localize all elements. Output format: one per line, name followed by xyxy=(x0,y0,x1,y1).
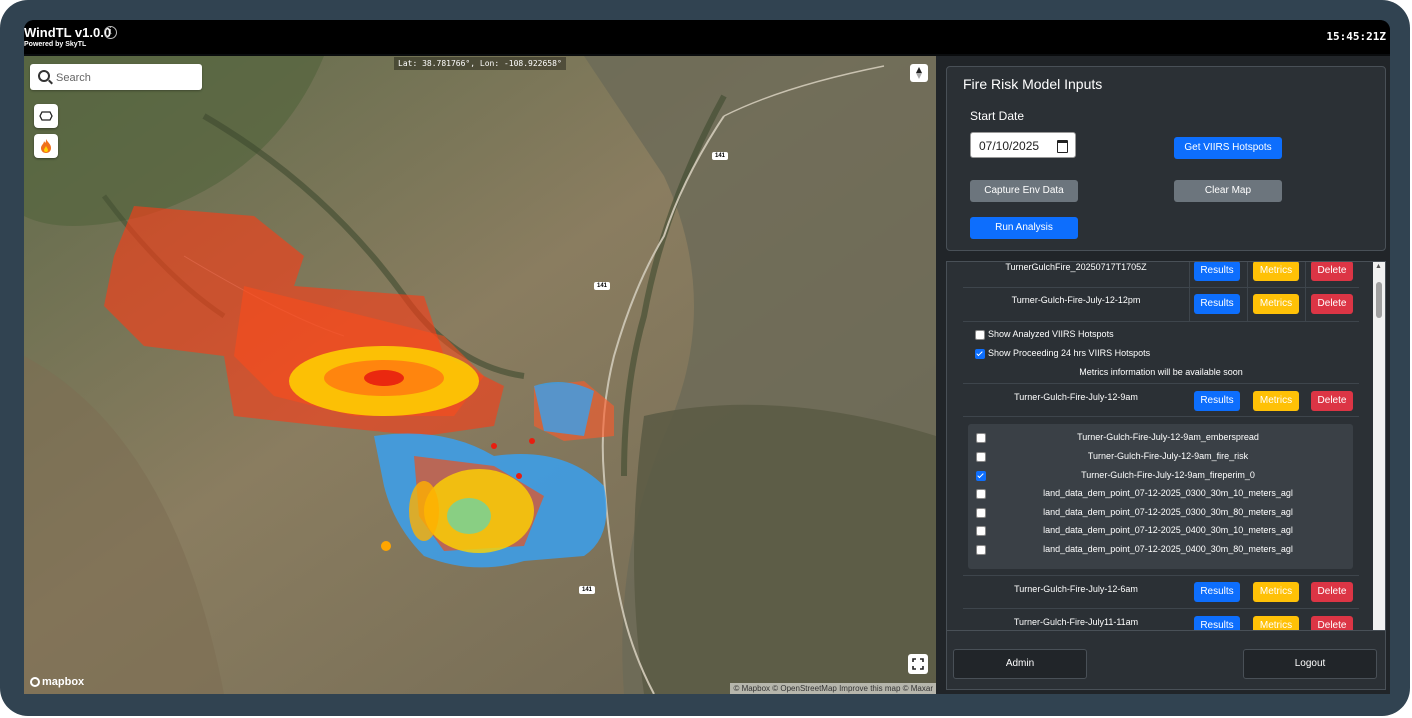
cursor-coordinates: Lat: 38.781766°, Lon: -108.922658° xyxy=(394,57,566,70)
delete-button[interactable]: Delete xyxy=(1311,262,1353,281)
logout-button[interactable]: Logout xyxy=(1243,649,1377,679)
satellite-terrain[interactable] xyxy=(24,56,936,694)
map-view[interactable]: 141 141 141 Lat: 38.781766°, Lon: -108.9… xyxy=(24,56,936,694)
calendar-icon[interactable] xyxy=(1057,140,1068,153)
delete-button[interactable]: Delete xyxy=(1311,582,1353,602)
app-subtitle: Powered by SkyTL xyxy=(24,41,87,48)
run-analysis-button[interactable]: Run Analysis xyxy=(970,217,1078,239)
results-button[interactable]: Results xyxy=(1194,582,1240,602)
capture-env-data-button[interactable]: Capture Env Data xyxy=(970,180,1078,202)
option-checkbox-proceeding[interactable] xyxy=(975,349,985,359)
polygon-icon xyxy=(39,111,53,121)
layer-list: Turner-Gulch-Fire-July-12-9am_embersprea… xyxy=(968,424,1353,569)
result-name: Turner-Gulch-Fire-July11-11am xyxy=(1013,617,1139,627)
scrollbar-thumb[interactable] xyxy=(1376,282,1382,318)
layer-label: land_data_dem_point_07-12-2025_0400_30m_… xyxy=(1043,544,1293,554)
road-shield: 141 xyxy=(579,586,596,594)
clear-map-button[interactable]: Clear Map xyxy=(1174,180,1282,202)
results-button[interactable]: Results xyxy=(1194,262,1240,281)
app-window: WindTL v1.0.0 i Powered by SkyTL 15:45:2… xyxy=(24,20,1390,694)
metrics-button[interactable]: Metrics xyxy=(1253,294,1299,314)
results-button[interactable]: Results xyxy=(1194,391,1240,411)
option-label: Show Proceeding 24 hrs VIIRS Hotspots xyxy=(988,348,1151,358)
search-input[interactable] xyxy=(54,67,198,89)
results-scrollbar[interactable]: ▲ ▼ xyxy=(1373,262,1385,674)
layer-checkbox[interactable] xyxy=(976,526,986,536)
scroll-up-arrow-icon[interactable]: ▲ xyxy=(1375,263,1382,270)
utc-clock: 15:45:21Z xyxy=(1326,30,1386,43)
results-list[interactable]: TurnerGulchFire_20250717T1705Z Results M… xyxy=(946,261,1386,675)
layer-label: land_data_dem_point_07-12-2025_0400_30m_… xyxy=(1043,525,1293,535)
row-divider xyxy=(963,287,1359,288)
row-divider xyxy=(963,321,1359,322)
fire-layer-button[interactable] xyxy=(34,134,58,158)
layer-checkbox[interactable] xyxy=(976,452,986,462)
card-title: Fire Risk Model Inputs xyxy=(963,76,1103,92)
side-panel: Fire Risk Model Inputs Start Date 07/10/… xyxy=(936,56,1390,694)
result-name: Turner-Gulch-Fire-July-12-12pm xyxy=(1011,295,1141,305)
fire-icon xyxy=(41,139,51,153)
layer-checkbox[interactable] xyxy=(976,433,986,443)
option-checkbox-analyzed[interactable] xyxy=(975,330,985,340)
mapbox-logo[interactable]: mapbox xyxy=(30,676,84,688)
draw-polygon-button[interactable] xyxy=(34,104,58,128)
delete-button[interactable]: Delete xyxy=(1311,391,1353,411)
layer-label: land_data_dem_point_07-12-2025_0300_30m_… xyxy=(1043,507,1293,517)
option-label: Show Analyzed VIIRS Hotspots xyxy=(988,329,1114,339)
layer-label: Turner-Gulch-Fire-July-12-9am_fireperim_… xyxy=(1081,470,1255,480)
get-viirs-hotspots-button[interactable]: Get VIIRS Hotspots xyxy=(1174,137,1282,159)
metrics-button[interactable]: Metrics xyxy=(1253,391,1299,411)
footer-actions: Admin Logout xyxy=(946,630,1386,690)
result-name: Turner-Gulch-Fire-July-12-9am xyxy=(1014,392,1138,402)
layer-label: Turner-Gulch-Fire-July-12-9am_embersprea… xyxy=(1077,432,1259,442)
results-button[interactable]: Results xyxy=(1194,294,1240,314)
compass-button[interactable] xyxy=(910,64,928,82)
metrics-button[interactable]: Metrics xyxy=(1253,582,1299,602)
result-name: TurnerGulchFire_20250717T1705Z xyxy=(1005,262,1147,272)
app-title: WindTL v1.0.0 xyxy=(24,25,112,40)
layer-label: land_data_dem_point_07-12-2025_0300_30m_… xyxy=(1043,488,1293,498)
delete-button[interactable]: Delete xyxy=(1311,294,1353,314)
title-bar: WindTL v1.0.0 i Powered by SkyTL 15:45:2… xyxy=(24,20,1390,54)
metrics-button[interactable]: Metrics xyxy=(1253,262,1299,281)
row-divider xyxy=(963,416,1359,417)
layer-checkbox[interactable] xyxy=(976,471,986,481)
metrics-note: Metrics information will be available so… xyxy=(1079,367,1243,377)
layer-checkbox[interactable] xyxy=(976,489,986,499)
fire-risk-inputs-card: Fire Risk Model Inputs Start Date 07/10/… xyxy=(946,66,1386,251)
result-name: Turner-Gulch-Fire-July-12-6am xyxy=(1014,584,1138,594)
compass-icon xyxy=(916,67,922,79)
road-shield: 141 xyxy=(594,282,611,290)
map-search[interactable] xyxy=(30,64,202,90)
admin-button[interactable]: Admin xyxy=(953,649,1087,679)
row-divider xyxy=(963,383,1359,384)
row-divider xyxy=(963,575,1359,576)
layer-checkbox[interactable] xyxy=(976,545,986,555)
start-date-label: Start Date xyxy=(970,109,1025,123)
start-date-value: 07/10/2025 xyxy=(979,139,1040,153)
search-icon xyxy=(38,70,50,82)
fullscreen-button[interactable] xyxy=(908,654,928,674)
layer-checkbox[interactable] xyxy=(976,508,986,518)
fullscreen-icon xyxy=(912,658,924,670)
row-divider xyxy=(963,608,1359,609)
layer-label: Turner-Gulch-Fire-July-12-9am_fire_risk xyxy=(1087,451,1249,461)
start-date-input[interactable]: 07/10/2025 xyxy=(970,132,1076,158)
window-frame: WindTL v1.0.0 i Powered by SkyTL 15:45:2… xyxy=(0,0,1410,716)
road-shield: 141 xyxy=(712,152,729,160)
map-attribution[interactable]: © Mapbox © OpenStreetMap Improve this ma… xyxy=(730,683,936,694)
info-icon[interactable]: i xyxy=(104,26,117,39)
hotspot-cluster-north[interactable] xyxy=(289,346,479,416)
